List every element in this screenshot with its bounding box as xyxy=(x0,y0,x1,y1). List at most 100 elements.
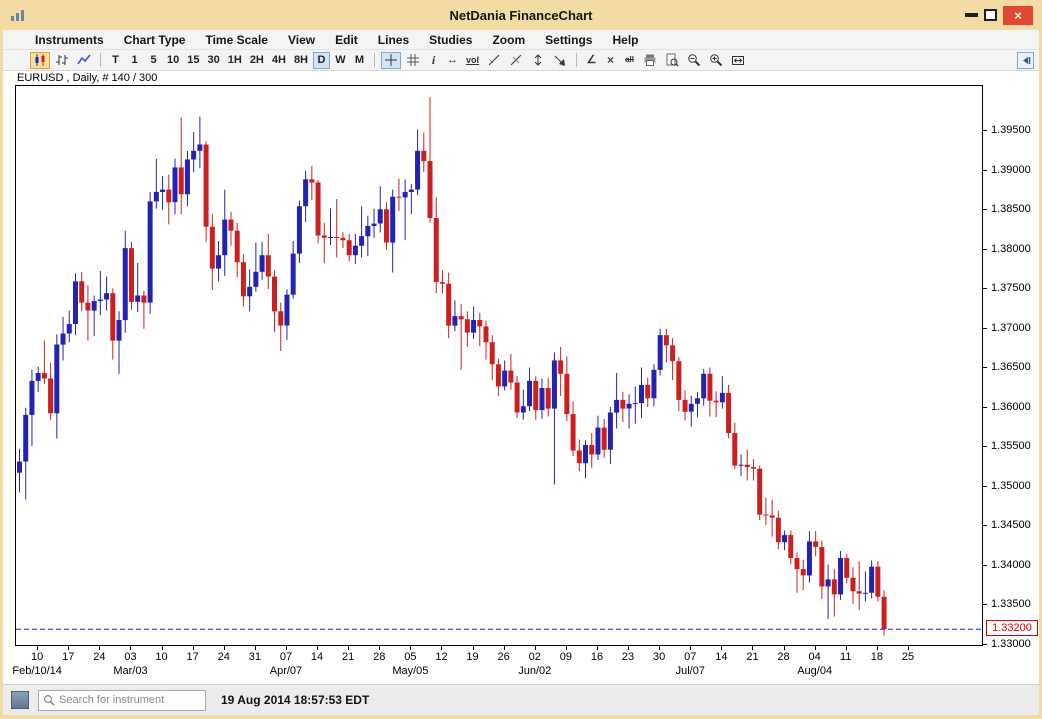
timeframe-10-button[interactable]: 10 xyxy=(164,52,182,69)
timeframe-t-button[interactable]: T xyxy=(107,52,124,69)
candlestick-chart[interactable] xyxy=(15,85,983,646)
trendline-tool-icon[interactable] xyxy=(484,52,504,69)
menu-zoom[interactable]: Zoom xyxy=(482,33,535,47)
info-icon[interactable]: i xyxy=(425,52,442,69)
y-axis-label: 1.36500 xyxy=(991,360,1031,374)
x-axis-label: 24 xyxy=(218,651,230,663)
x-axis-label: 19 xyxy=(466,651,478,663)
y-axis-label: 1.38500 xyxy=(991,202,1031,216)
delete-tool-icon[interactable]: × xyxy=(602,52,619,69)
timeframe-1h-button[interactable]: 1H xyxy=(225,52,245,69)
x-axis-label: 14 xyxy=(715,651,727,663)
menu-time-scale[interactable]: Time Scale xyxy=(195,33,277,47)
x-axis-label: 10 xyxy=(155,651,167,663)
y-axis-label: 1.37000 xyxy=(991,321,1031,335)
maximize-icon xyxy=(984,9,997,21)
print-icon[interactable] xyxy=(640,52,660,69)
instrument-list-icon[interactable] xyxy=(11,691,29,709)
chart-type-line-icon[interactable] xyxy=(74,52,94,69)
x-axis-label: 03 xyxy=(124,651,136,663)
x-axis-tick xyxy=(877,646,878,650)
chart-type-candlestick-icon[interactable] xyxy=(30,52,50,69)
x-axis-label: 09 xyxy=(560,651,572,663)
x-axis-tick xyxy=(224,646,225,650)
close-button[interactable]: × xyxy=(1003,6,1033,25)
y-axis-label: 1.39000 xyxy=(991,163,1031,177)
maximize-button[interactable] xyxy=(984,9,997,21)
horizontal-resize-icon[interactable]: ↔ xyxy=(444,52,461,69)
panel-toggle-icon[interactable] xyxy=(1017,52,1034,69)
x-axis-label: 05 xyxy=(404,651,416,663)
x-axis-label: 11 xyxy=(840,651,851,663)
clock-timestamp: 19 Aug 2014 18:57:53 EDT xyxy=(221,693,369,707)
x-axis-label: 21 xyxy=(746,651,758,663)
titlebar[interactable]: NetDania FinanceChart × xyxy=(3,0,1039,30)
chart-type-ohlc-bars-icon[interactable] xyxy=(52,52,72,69)
menu-chart-type[interactable]: Chart Type xyxy=(114,33,196,47)
crosshair-icon[interactable] xyxy=(381,52,401,69)
toolbar-separator xyxy=(576,53,577,67)
time-axis[interactable]: 1017240310172431071421280512192602091623… xyxy=(15,646,983,684)
x-axis-tick xyxy=(379,646,380,650)
x-axis-tick xyxy=(162,646,163,650)
y-axis-tick xyxy=(983,486,987,487)
y-axis-tick xyxy=(983,565,987,566)
grid-icon[interactable] xyxy=(403,52,423,69)
y-axis-tick xyxy=(983,130,987,131)
timeframe-w-button[interactable]: W xyxy=(332,52,349,69)
y-axis-label: 1.33000 xyxy=(991,637,1031,651)
zoom-out-icon[interactable] xyxy=(684,52,704,69)
menu-edit[interactable]: Edit xyxy=(325,33,368,47)
zoom-fit-icon[interactable] xyxy=(728,52,748,69)
delete-all-tool-icon[interactable]: all xyxy=(621,52,638,69)
x-axis-tick xyxy=(130,646,131,650)
search-input[interactable] xyxy=(59,694,201,706)
x-axis-tick xyxy=(348,646,349,650)
toolbar-separator xyxy=(100,53,101,67)
arrow-tool-icon[interactable] xyxy=(550,52,570,69)
zoom-in-icon[interactable] xyxy=(706,52,726,69)
app-window: NetDania FinanceChart × InstrumentsChart… xyxy=(0,0,1042,719)
timeframe-15-button[interactable]: 15 xyxy=(184,52,202,69)
x-axis-label: 17 xyxy=(187,651,199,663)
menu-instruments[interactable]: Instruments xyxy=(25,33,114,47)
timeframe-8h-button[interactable]: 8H xyxy=(291,52,311,69)
x-axis-month-label: Apr/07 xyxy=(270,665,302,677)
chart-region: EURUSD , Daily, # 140 / 300 1.33200 1.39… xyxy=(3,71,1039,684)
x-axis-month-label: Aug/04 xyxy=(797,665,832,677)
minimize-button[interactable] xyxy=(965,13,978,17)
status-bar: 19 Aug 2014 18:57:53 EDT xyxy=(3,684,1039,715)
x-axis-label: 28 xyxy=(373,651,385,663)
timeframe-d-button[interactable]: D xyxy=(313,52,330,69)
menu-studies[interactable]: Studies xyxy=(419,33,482,47)
x-axis-tick xyxy=(410,646,411,650)
timeframe-5-button[interactable]: 5 xyxy=(145,52,162,69)
y-axis-tick xyxy=(983,209,987,210)
regression-line-icon[interactable] xyxy=(506,52,526,69)
updown-arrows-icon[interactable] xyxy=(528,52,548,69)
x-axis-tick xyxy=(68,646,69,650)
candlestick-plot[interactable] xyxy=(16,86,982,645)
timeframe-4h-button[interactable]: 4H xyxy=(269,52,289,69)
angle-tool-icon[interactable]: ∠ xyxy=(583,52,600,69)
x-axis-label: 10 xyxy=(31,651,43,663)
menu-settings[interactable]: Settings xyxy=(535,33,602,47)
menu-help[interactable]: Help xyxy=(602,33,648,47)
timeframe-m-button[interactable]: M xyxy=(351,52,368,69)
x-axis-tick xyxy=(690,646,691,650)
volume-toggle-icon[interactable]: vol xyxy=(463,52,482,69)
toolbar-separator xyxy=(374,53,375,67)
y-axis-label: 1.36000 xyxy=(991,400,1031,414)
x-axis-tick xyxy=(37,646,38,650)
price-axis[interactable]: 1.33200 1.395001.390001.385001.380001.37… xyxy=(983,85,1042,646)
x-axis-tick xyxy=(721,646,722,650)
menu-view[interactable]: View xyxy=(278,33,325,47)
y-axis-label: 1.38000 xyxy=(991,242,1031,256)
timeframe-30-button[interactable]: 30 xyxy=(205,52,223,69)
timeframe-2h-button[interactable]: 2H xyxy=(247,52,267,69)
x-axis-label: 14 xyxy=(311,651,323,663)
print-preview-icon[interactable] xyxy=(662,52,682,69)
timeframe-1-button[interactable]: 1 xyxy=(126,52,143,69)
menu-lines[interactable]: Lines xyxy=(368,33,419,47)
search-box[interactable] xyxy=(38,690,206,711)
